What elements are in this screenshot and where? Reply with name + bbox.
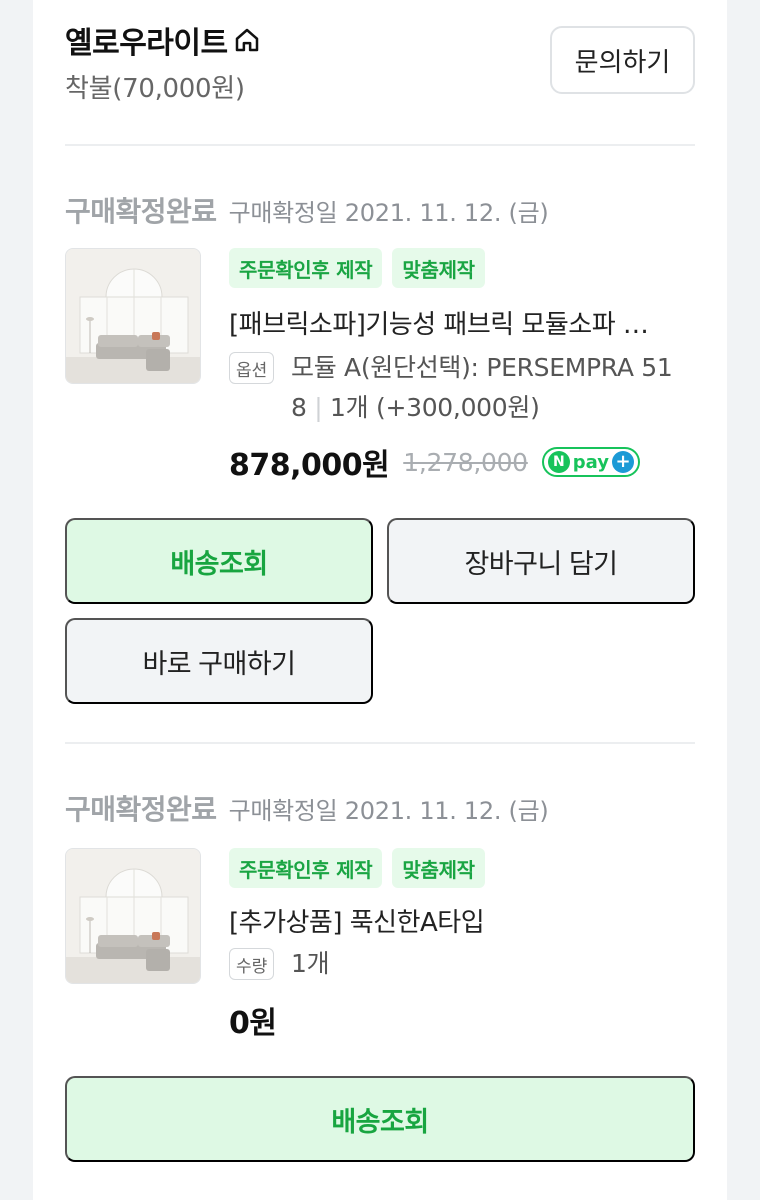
store-name: 옐로우라이트 — [65, 26, 228, 61]
divider — [65, 144, 695, 146]
order-status: 구매확정완료 — [65, 793, 217, 826]
confirm-date: 구매확정일 2021. 11. 12. (금) — [228, 199, 549, 227]
product-thumbnail[interactable] — [65, 848, 201, 984]
product-thumbnail[interactable] — [65, 248, 201, 384]
divider — [65, 742, 695, 744]
order-status: 구매확정완료 — [65, 195, 217, 228]
npay-n-icon: N — [547, 451, 570, 473]
price-row: 878,000원 1,278,000 N pay + — [229, 440, 641, 484]
shipping-fee: 착불(70,000원) — [65, 74, 245, 104]
option-text: 모듈 A(원단선택): PERSEMPRA 51 8 | 1개 (+300,00… — [291, 348, 701, 428]
order-status-row: 구매확정완료 구매확정일 2021. 11. 12. (금) — [65, 190, 549, 230]
track-delivery-button[interactable]: 배송조회 — [65, 518, 373, 604]
option-tag: 옵션 — [229, 352, 275, 384]
inquiry-button[interactable]: 문의하기 — [550, 26, 695, 94]
custom-made-badge: 맞춤제작 — [392, 248, 485, 288]
product-title[interactable]: [패브릭소파]기능성 패브릭 모듈소파 … — [229, 304, 699, 341]
option-line: 모듈 A(원단선택): PERSEMPRA 51 — [291, 353, 673, 382]
home-icon — [235, 28, 258, 52]
price-row: 0원 — [229, 998, 277, 1042]
sale-price: 0원 — [229, 1006, 277, 1041]
buy-now-button[interactable]: 바로 구매하기 — [65, 618, 373, 704]
made-to-order-badge: 주문확인후 제작 — [229, 248, 383, 288]
sofa-image — [66, 249, 200, 383]
store-name-link[interactable]: 옐로우라이트 — [65, 18, 262, 62]
order-card: 옐로우라이트 착불(70,000원) 문의하기 구매확정완료 구매확정일 202… — [33, 0, 727, 1200]
badge-group: 주문확인후 제작 맞춤제작 — [229, 248, 485, 288]
quantity-text: 1개 — [291, 949, 330, 978]
custom-made-badge: 맞춤제작 — [392, 848, 485, 888]
sofa-image — [66, 849, 200, 983]
confirm-date: 구매확정일 2021. 11. 12. (금) — [228, 797, 549, 825]
product-title[interactable]: [추가상품] 푹신한A타입 — [229, 902, 699, 939]
badge-group: 주문확인후 제작 맞춤제작 — [229, 848, 485, 888]
made-to-order-badge: 주문확인후 제작 — [229, 848, 383, 888]
npay-label: pay — [572, 451, 610, 473]
track-delivery-button[interactable]: 배송조회 — [65, 1076, 695, 1162]
option-line-a: 8 — [291, 393, 307, 422]
option-line: 8 | 1개 (+300,000원) — [291, 388, 701, 428]
option-separator: | — [314, 393, 323, 422]
sale-price: 878,000원 — [229, 448, 390, 483]
add-to-cart-button[interactable]: 장바구니 담기 — [387, 518, 695, 604]
original-price: 1,278,000 — [403, 447, 528, 477]
quantity-tag: 수량 — [229, 948, 275, 980]
order-status-row: 구매확정완료 구매확정일 2021. 11. 12. (금) — [65, 788, 549, 828]
option-quantity: 1개 (+300,000원) — [330, 393, 540, 422]
npay-plus-badge: N pay + — [541, 447, 641, 477]
plus-icon: + — [612, 451, 635, 473]
